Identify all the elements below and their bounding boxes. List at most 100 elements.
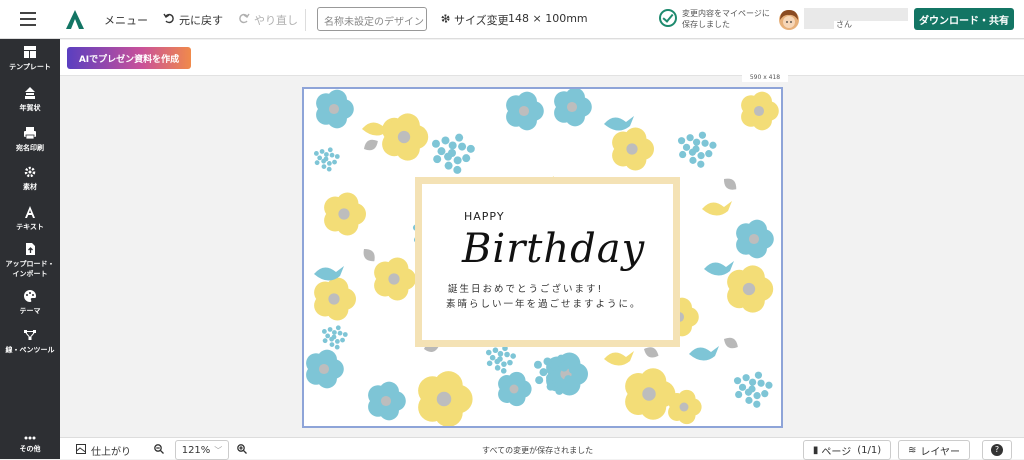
leaf-motif [723, 178, 737, 190]
redo-icon[interactable] [238, 12, 250, 24]
flower-motif [306, 349, 344, 389]
hydrangea-motif [677, 131, 717, 168]
hydrangea-motif [313, 147, 340, 172]
flower-motif [736, 219, 774, 259]
sidebar-item-pen-tool[interactable]: 線・ペンツール [0, 328, 60, 355]
flower-motif [612, 127, 654, 171]
layer-button[interactable]: ≋ レイヤー [898, 440, 970, 460]
flower-motif [741, 91, 779, 131]
toolbar-divider [305, 9, 306, 31]
design-name-input[interactable]: 名称未設定のデザイン [317, 7, 427, 31]
sidebar-item-more[interactable]: その他 [0, 435, 60, 454]
sidebar-item-label: その他 [19, 445, 41, 453]
help-icon: ? [991, 444, 1003, 456]
sidebar-item-text[interactable]: テキスト [0, 205, 60, 232]
flower-motif [727, 265, 774, 313]
chevron-down-icon: ﹀ [214, 445, 223, 455]
undo-button[interactable]: 元に戻す [179, 12, 223, 28]
sidebar-item-label: 宛名印刷 [16, 144, 44, 152]
hydrangea-motif [485, 345, 516, 374]
bird-motif [689, 346, 719, 361]
new-year-card-icon [25, 87, 35, 99]
sidebar-item-upload-import[interactable]: アップロード・ インポート [0, 242, 60, 279]
material-icon [24, 166, 36, 178]
zoom-out-icon[interactable] [154, 444, 164, 454]
sidebar-item-label-2: インポート [12, 270, 48, 278]
top-toolbar: メニュー 元に戻す やり直し 名称未設定のデザイン サイズ変更 148 × 10… [0, 0, 1024, 39]
sidebar-item-template[interactable]: テンプレート [0, 45, 60, 72]
flower-motif [506, 91, 544, 131]
redo-button[interactable]: やり直し [254, 12, 298, 28]
flower-motif [374, 257, 416, 301]
sidebar-item-label: 年賀状 [19, 104, 41, 112]
secondary-toolbar: AIでプレゼン資料を作成 [60, 40, 1024, 76]
layer-label: レイヤー [920, 446, 961, 458]
size-value: 148 × 100mm [508, 12, 588, 25]
hydrangea-motif [321, 325, 348, 350]
user-name-redacted [804, 8, 908, 21]
palette-icon [24, 290, 36, 302]
flower-motif [625, 368, 676, 420]
canvas-size-label: 590 x 418 [742, 73, 788, 82]
hydrangea-motif [431, 133, 475, 174]
size-change-button[interactable]: サイズ変更 [454, 12, 509, 28]
sidebar-item-label: テーマ [19, 307, 41, 315]
flower-motif [498, 371, 532, 407]
birthday-script-text[interactable]: Birthday [462, 226, 645, 272]
sidebar-item-theme[interactable]: テーマ [0, 289, 60, 316]
flower-motif [668, 389, 702, 425]
printer-icon [24, 127, 36, 140]
sidebar-item-label: テンプレート [9, 63, 51, 71]
user-suffix: さん [836, 20, 852, 29]
gear-icon[interactable] [440, 13, 451, 24]
sidebar-item-new-year-card[interactable]: 年賀状 [0, 86, 60, 113]
bird-motif [604, 116, 634, 131]
message-line-1[interactable]: 誕生日おめでとうございます! [448, 281, 603, 295]
user-name-redacted-2 [804, 21, 834, 29]
download-share-button[interactable]: ダウンロード・共有 [914, 8, 1014, 30]
sidebar-item-address-print[interactable]: 宛名印刷 [0, 126, 60, 153]
happy-text[interactable]: HAPPY [464, 210, 505, 223]
bird-motif [702, 201, 732, 216]
pen-tool-icon [24, 330, 36, 340]
saved-check-icon [659, 9, 677, 27]
flower-motif [418, 371, 473, 426]
sidebar-item-label: テキスト [16, 223, 44, 231]
text-icon [25, 206, 35, 218]
sidebar-item-material[interactable]: 素材 [0, 165, 60, 192]
flower-motif [382, 113, 429, 161]
finish-view-icon[interactable] [76, 444, 86, 454]
page-count: (1/1) [857, 444, 882, 456]
menu-button[interactable]: メニュー [104, 12, 148, 28]
template-icon [24, 46, 36, 58]
hydrangea-motif [733, 371, 773, 408]
flower-motif [368, 381, 406, 421]
app-logo[interactable] [64, 8, 86, 30]
layers-icon: ≋ [907, 444, 917, 456]
hamburger-menu-icon[interactable] [20, 12, 36, 26]
finish-button[interactable]: 仕上がり [91, 443, 131, 458]
zoom-select[interactable]: 121% ﹀ [175, 440, 229, 460]
ai-presentation-button[interactable]: AIでプレゼン資料を作成 [67, 47, 191, 69]
leaf-motif [364, 139, 378, 151]
bird-motif [604, 351, 634, 366]
flower-motif [316, 89, 354, 129]
saved-status-text: 変更内容をマイページに 保存しました [682, 8, 772, 30]
sidebar-item-label: 素材 [23, 183, 37, 191]
flower-motif [554, 89, 592, 127]
leaf-motif [724, 337, 738, 349]
help-button[interactable]: ? [982, 440, 1012, 460]
message-line-2[interactable]: 素晴らしい一年を過ごせますように。 [446, 296, 642, 310]
sidebar-item-label: 線・ペンツール [5, 346, 55, 354]
avatar[interactable] [778, 8, 800, 32]
zoom-in-icon[interactable] [237, 444, 247, 454]
bottom-toolbar: 仕上がり 121% ﹀ すべての変更が保存されました ▮ ページ (1/1) ≋… [60, 437, 1024, 460]
undo-icon[interactable] [163, 12, 175, 24]
design-card[interactable]: HAPPY Birthday 誕生日おめでとうございます! 素晴らしい一年を過ご… [302, 87, 783, 428]
page-label: ページ [821, 446, 852, 458]
book-icon: ▮ [812, 444, 819, 456]
page-button[interactable]: ▮ ページ (1/1) [803, 440, 891, 460]
left-sidebar: テンプレート 年賀状 宛名印刷 素材 テキスト アップロード・ インポート テー… [0, 39, 60, 459]
leaf-motif [363, 248, 375, 262]
saved-status-line1: 変更内容をマイページに [682, 9, 770, 18]
